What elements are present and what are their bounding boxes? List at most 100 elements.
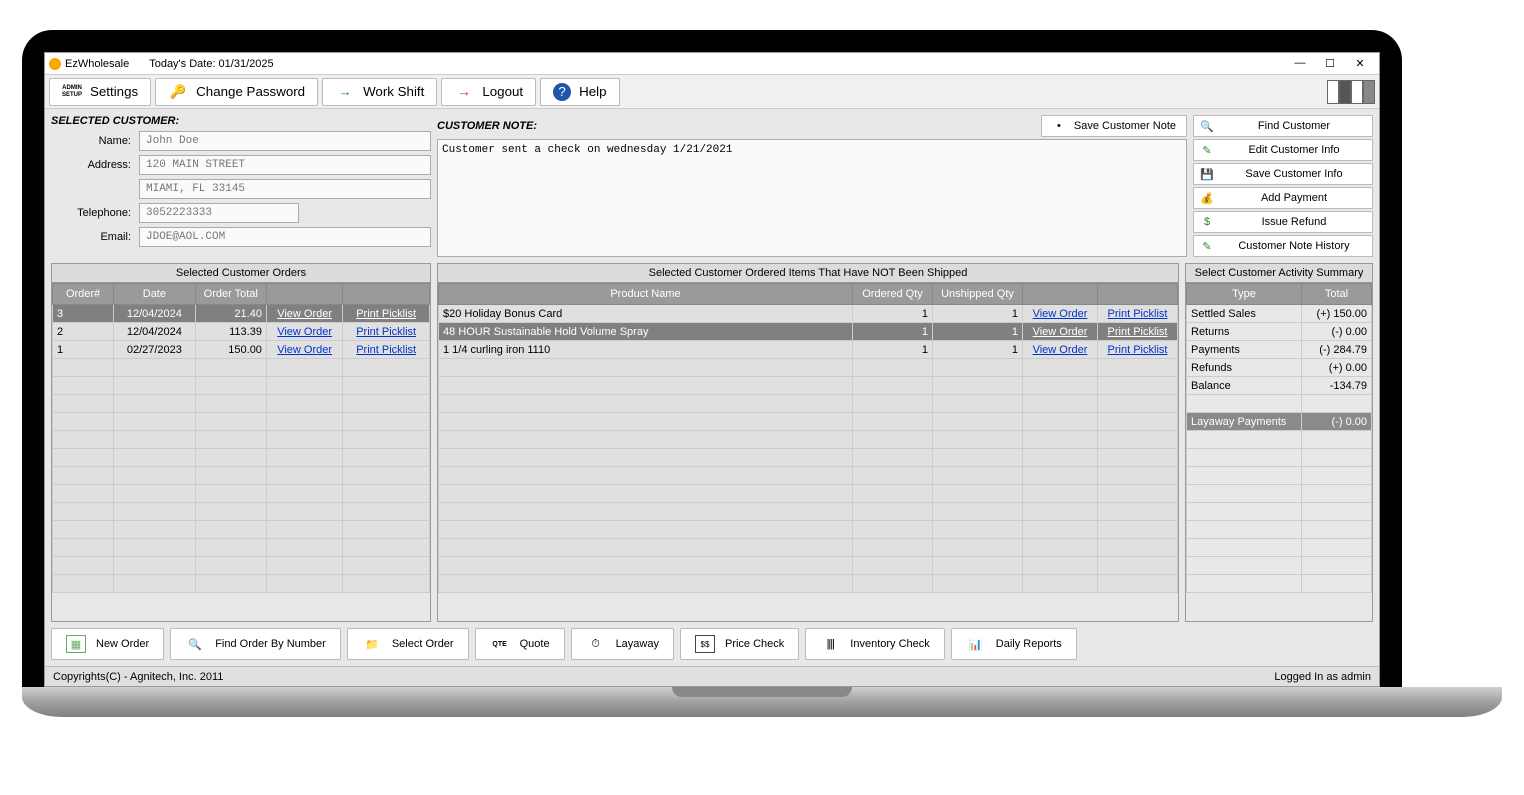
price-check-button[interactable]: $$ Price Check: [680, 628, 799, 660]
print-picklist-link[interactable]: Print Picklist: [1108, 308, 1168, 320]
hand-money-icon: 💰: [1200, 191, 1214, 205]
print-picklist-link[interactable]: Print Picklist: [1108, 344, 1168, 356]
summary-grid-title: Select Customer Activity Summary: [1186, 264, 1372, 283]
settings-button[interactable]: ADMINSETUP Settings: [49, 78, 151, 106]
table-row[interactable]: [53, 575, 430, 593]
phone-field[interactable]: [139, 203, 299, 223]
note-history-button[interactable]: ✎ Customer Note History: [1193, 235, 1373, 257]
view-order-link[interactable]: View Order: [277, 308, 332, 320]
customer-note-textarea[interactable]: [437, 139, 1187, 257]
table-row[interactable]: [439, 485, 1178, 503]
table-row[interactable]: [53, 521, 430, 539]
chart-icon: 📊: [966, 635, 986, 653]
customer-actions-panel: 🔍 Find Customer ✎ Edit Customer Info 💾 S…: [1193, 115, 1373, 257]
daily-reports-label: Daily Reports: [996, 638, 1062, 650]
table-row[interactable]: [53, 431, 430, 449]
name-field[interactable]: [139, 131, 431, 151]
address1-field[interactable]: [139, 155, 431, 175]
find-customer-label: Find Customer: [1222, 120, 1366, 132]
table-row[interactable]: 312/04/202421.40View OrderPrint Picklist: [53, 305, 430, 323]
quote-button[interactable]: QTE Quote: [475, 628, 565, 660]
table-row: [1187, 557, 1372, 575]
table-row[interactable]: 102/27/2023150.00View OrderPrint Picklis…: [53, 341, 430, 359]
change-password-button[interactable]: 🔑 Change Password: [155, 78, 318, 106]
items-col-ordered: Ordered Qty: [853, 284, 933, 305]
table-row[interactable]: [53, 449, 430, 467]
table-row[interactable]: [53, 557, 430, 575]
help-button[interactable]: ? Help: [540, 78, 619, 106]
view-order-link[interactable]: View Order: [277, 344, 332, 356]
app-title: EzWholesale: [65, 58, 129, 70]
save-customer-note-button[interactable]: • Save Customer Note: [1041, 115, 1187, 137]
orders-col-date: Date: [114, 284, 196, 305]
select-order-button[interactable]: 📁 Select Order: [347, 628, 469, 660]
view-order-link[interactable]: View Order: [1033, 344, 1088, 356]
maximize-button[interactable]: ☐: [1315, 57, 1345, 70]
table-row[interactable]: 1 1/4 curling iron 111011View OrderPrint…: [439, 341, 1178, 359]
table-row[interactable]: 212/04/2024113.39View OrderPrint Picklis…: [53, 323, 430, 341]
table-row[interactable]: [53, 395, 430, 413]
inventory-check-button[interactable]: |||| Inventory Check: [805, 628, 944, 660]
layaway-button[interactable]: ⏱ Layaway: [571, 628, 674, 660]
table-row[interactable]: [53, 503, 430, 521]
table-row[interactable]: [439, 449, 1178, 467]
items-col-view: [1023, 284, 1098, 305]
table-row[interactable]: [53, 413, 430, 431]
add-payment-button[interactable]: 💰 Add Payment: [1193, 187, 1373, 209]
barcode-icon: ||||: [820, 635, 840, 653]
table-row[interactable]: 48 HOUR Sustainable Hold Volume Spray11V…: [439, 323, 1178, 341]
table-row[interactable]: [439, 521, 1178, 539]
table-row[interactable]: [53, 467, 430, 485]
table-row[interactable]: [439, 359, 1178, 377]
table-row[interactable]: [439, 539, 1178, 557]
view-order-link[interactable]: View Order: [1033, 308, 1088, 320]
table-row[interactable]: [439, 431, 1178, 449]
window-titlebar: EzWholesale Today's Date: 01/31/2025 — ☐…: [45, 53, 1379, 75]
view-order-link[interactable]: View Order: [1033, 326, 1088, 338]
summary-grid-panel: Select Customer Activity Summary Type To…: [1185, 263, 1373, 622]
table-row[interactable]: [53, 539, 430, 557]
issue-refund-button[interactable]: $ Issue Refund: [1193, 211, 1373, 233]
table-row[interactable]: [439, 467, 1178, 485]
status-bar: Copyrights(C) - Agnitech, Inc. 2011 Logg…: [45, 666, 1379, 686]
selected-customer-heading: SELECTED CUSTOMER:: [51, 115, 431, 127]
unshipped-grid-panel: Selected Customer Ordered Items That Hav…: [437, 263, 1179, 622]
save-customer-label: Save Customer Info: [1222, 168, 1366, 180]
orders-col-total: Order Total: [195, 284, 266, 305]
table-row[interactable]: [53, 359, 430, 377]
new-order-button[interactable]: ▦ New Order: [51, 628, 164, 660]
view-order-link[interactable]: View Order: [277, 326, 332, 338]
color-strip: [1327, 80, 1375, 104]
save-customer-button[interactable]: 💾 Save Customer Info: [1193, 163, 1373, 185]
table-row[interactable]: $20 Holiday Bonus Card11View OrderPrint …: [439, 305, 1178, 323]
table-row[interactable]: [439, 503, 1178, 521]
table-row[interactable]: [439, 557, 1178, 575]
inventory-label: Inventory Check: [850, 638, 929, 650]
work-shift-button[interactable]: → Work Shift: [322, 78, 437, 106]
close-button[interactable]: ✕: [1345, 57, 1375, 70]
logged-in-text: Logged In as admin: [1274, 671, 1371, 683]
table-row[interactable]: [439, 413, 1178, 431]
table-row[interactable]: [53, 485, 430, 503]
minimize-button[interactable]: —: [1285, 57, 1315, 70]
table-row: Returns(-) 0.00: [1187, 323, 1372, 341]
address2-field[interactable]: [139, 179, 431, 199]
edit-customer-button[interactable]: ✎ Edit Customer Info: [1193, 139, 1373, 161]
items-col-print: [1098, 284, 1178, 305]
help-label: Help: [579, 84, 606, 99]
print-picklist-link[interactable]: Print Picklist: [1108, 326, 1168, 338]
table-row[interactable]: [439, 395, 1178, 413]
pencil-green-icon: ✎: [1200, 239, 1214, 253]
email-field[interactable]: [139, 227, 431, 247]
table-row[interactable]: [439, 377, 1178, 395]
app-icon: [49, 58, 61, 70]
print-picklist-link[interactable]: Print Picklist: [356, 326, 416, 338]
print-picklist-link[interactable]: Print Picklist: [356, 308, 416, 320]
logout-button[interactable]: → Logout: [441, 78, 536, 106]
table-row[interactable]: [53, 377, 430, 395]
print-picklist-link[interactable]: Print Picklist: [356, 344, 416, 356]
find-order-button[interactable]: 🔍 Find Order By Number: [170, 628, 341, 660]
daily-reports-button[interactable]: 📊 Daily Reports: [951, 628, 1077, 660]
find-customer-button[interactable]: 🔍 Find Customer: [1193, 115, 1373, 137]
table-row[interactable]: [439, 575, 1178, 593]
